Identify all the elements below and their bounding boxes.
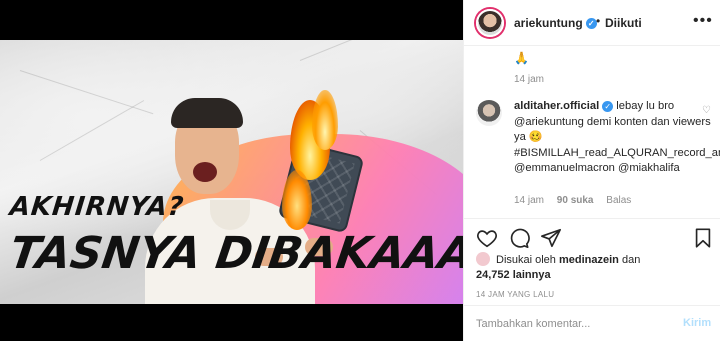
- open-mouth: [193, 162, 217, 182]
- comment-input[interactable]: [476, 314, 666, 334]
- video-thumbnail[interactable]: AKHIRNYA? TASNYA DIBAKAAAAR?: [0, 40, 463, 304]
- comment-icon[interactable]: [508, 227, 530, 249]
- liker-avatar[interactable]: [476, 252, 490, 266]
- paper-crease: [299, 40, 449, 61]
- headline-line-2: TASNYA DIBAKAAAAR?: [6, 228, 463, 279]
- bookmark-icon[interactable]: [692, 227, 714, 249]
- author-username-text[interactable]: ariekuntung: [514, 16, 583, 30]
- reply-button[interactable]: Balas: [606, 195, 631, 206]
- liked-by-prefix: Disukai oleh: [496, 254, 556, 266]
- action-bar: [464, 218, 720, 254]
- comment-emoji: 🙏: [514, 51, 529, 65]
- heart-icon[interactable]: [476, 227, 498, 249]
- post-sidebar: ariekuntung ✓ • Diikuti ••• 🙏 14 jam aldi…: [463, 0, 720, 341]
- comment-like-heart-icon[interactable]: ♡: [702, 105, 711, 116]
- separator-dot: •: [596, 14, 601, 28]
- post-header: ariekuntung ✓ • Diikuti •••: [464, 0, 720, 46]
- likes-count[interactable]: 24,752 lainnya: [476, 269, 551, 281]
- more-horizontal-icon[interactable]: •••: [693, 12, 713, 30]
- post-timestamp[interactable]: 14 JAM YANG LALU: [476, 290, 554, 299]
- add-comment-bar: Kirim: [464, 305, 720, 341]
- comments-list[interactable]: 🙏 14 jam alditaher.official ✓ lebay lu br…: [464, 47, 720, 217]
- avatar[interactable]: [476, 9, 504, 37]
- commenter-avatar[interactable]: [476, 100, 502, 126]
- verified-badge-icon: ✓: [602, 100, 614, 112]
- liked-by: Disukai oleh medinazein dan 24,752 lainn…: [476, 252, 716, 283]
- comment-time[interactable]: 14 jam: [514, 195, 544, 206]
- share-icon[interactable]: [540, 227, 562, 249]
- liker-username[interactable]: medinazein: [559, 254, 619, 266]
- comment-meta: 14 jam 90 suka Balas: [514, 195, 641, 206]
- comment-time[interactable]: 14 jam: [514, 74, 544, 85]
- post-comment-button[interactable]: Kirim: [683, 317, 711, 329]
- comment-body: alditaher.official ✓ lebay lu bro @arieku…: [514, 99, 720, 177]
- liked-by-conjunction: dan: [621, 254, 641, 266]
- post-media[interactable]: AKHIRNYA? TASNYA DIBAKAAAAR?: [0, 0, 463, 341]
- comment-likes[interactable]: 90 suka: [557, 195, 594, 206]
- headline-line-1: AKHIRNYA?: [8, 192, 186, 222]
- hair: [171, 98, 243, 128]
- commenter-username[interactable]: alditaher.official: [514, 100, 599, 112]
- follow-status-button[interactable]: Diikuti: [605, 16, 642, 30]
- author-username[interactable]: ariekuntung ✓: [514, 16, 597, 30]
